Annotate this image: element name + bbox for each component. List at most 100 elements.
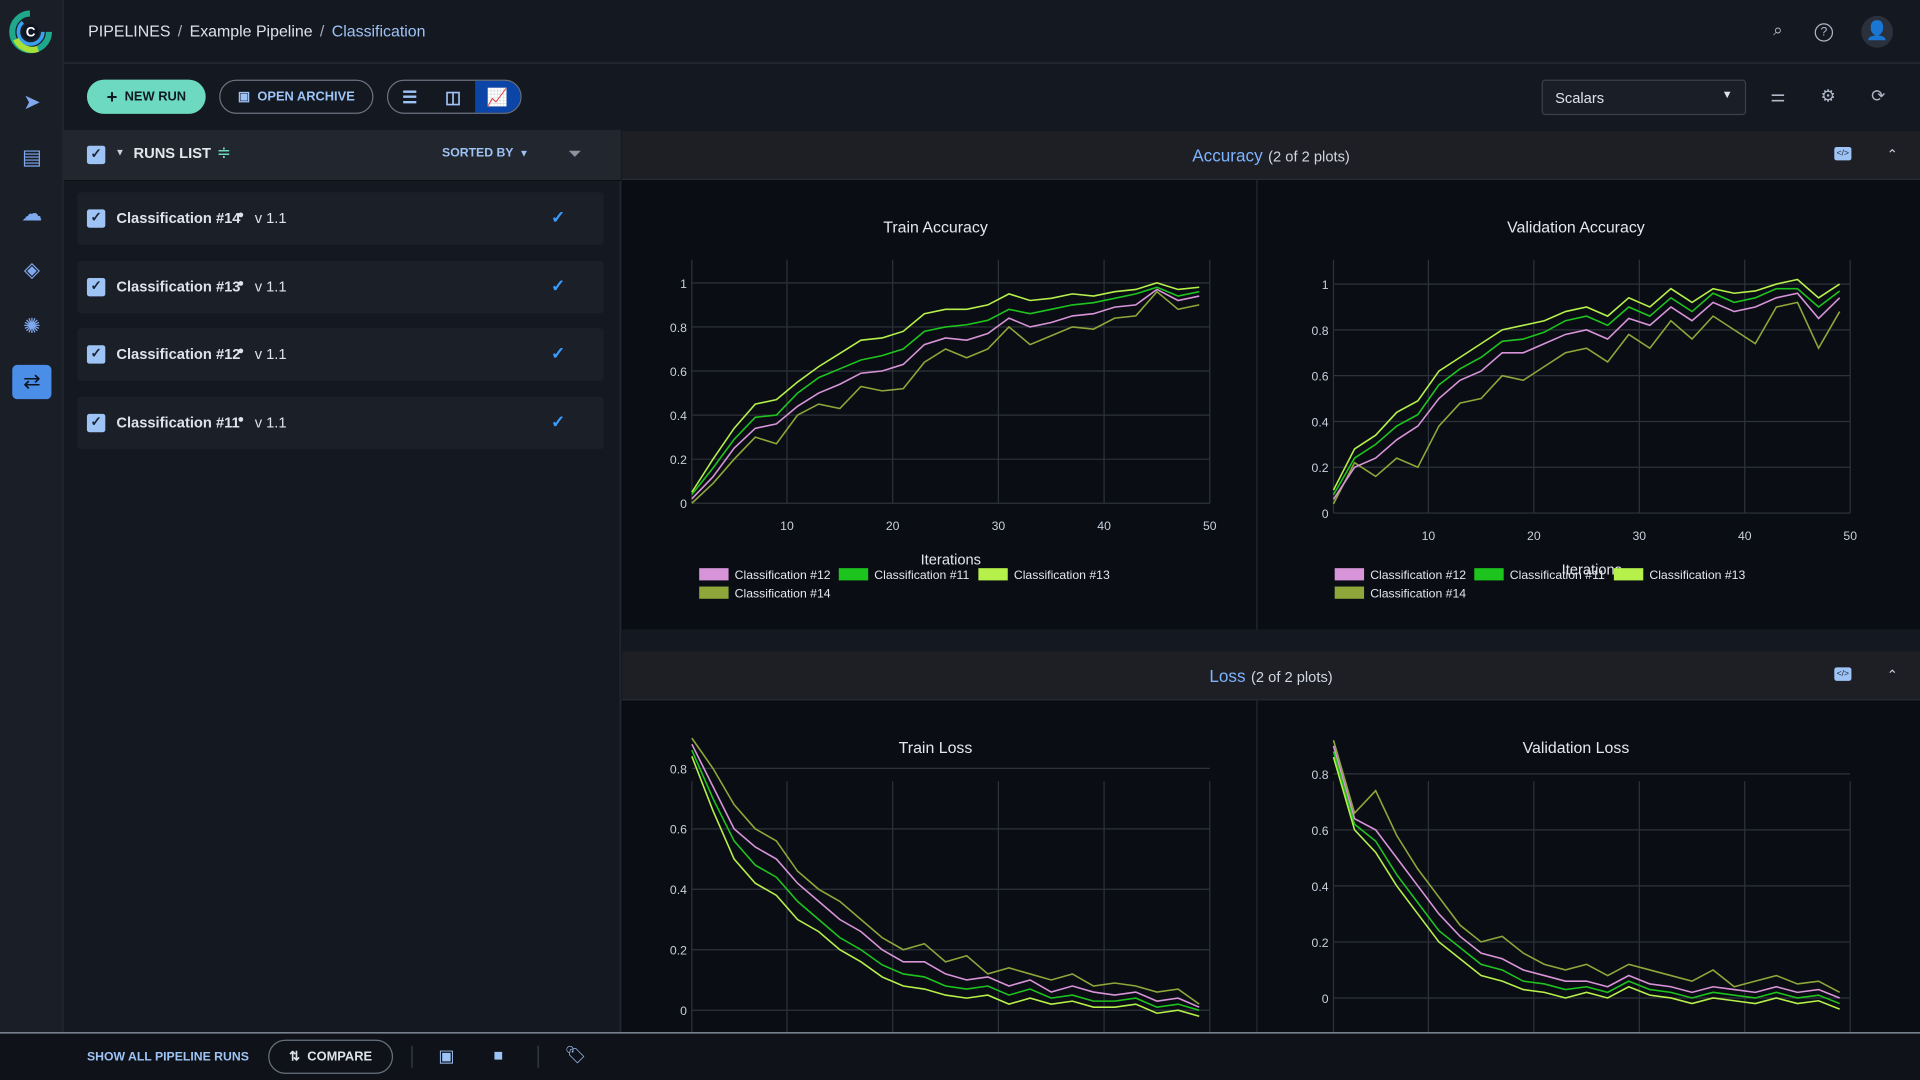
series-line-classification-13[interactable] xyxy=(1332,278,1841,491)
x-tick-label: 20 xyxy=(1527,529,1541,543)
legend-label[interactable]: Classification #14 xyxy=(735,587,831,601)
user-avatar[interactable]: 👤 xyxy=(1861,15,1894,48)
section-header-loss[interactable]: Loss (2 of 2 plots) </> ⌃ xyxy=(622,651,1920,701)
help-icon[interactable]: ? xyxy=(1814,23,1834,42)
y-tick-label: 0.4 xyxy=(670,883,687,897)
series-line-classification-12[interactable] xyxy=(691,288,1200,500)
breadcrumb-pipeline[interactable]: Example Pipeline xyxy=(190,22,313,40)
series-line-classification-14[interactable] xyxy=(1332,740,1841,994)
legend-swatch[interactable] xyxy=(838,568,869,581)
legend-swatch[interactable] xyxy=(1334,586,1365,599)
x-tick-label: 40 xyxy=(1738,529,1752,543)
run-checkbox[interactable]: ✓ xyxy=(86,413,106,433)
metric-type-value: Scalars xyxy=(1555,89,1605,107)
legend-label[interactable]: Classification #13 xyxy=(1014,568,1110,582)
legend-swatch[interactable] xyxy=(1474,568,1504,581)
run-row[interactable]: ✓ Classification #11 ● v 1.1 ✓ xyxy=(77,396,604,450)
legend-swatch[interactable] xyxy=(699,568,729,581)
chart-train-loss[interactable]: Train Loss 0 0.2 0.4 0.6 0.8 xyxy=(622,700,1258,1033)
collapse-icon[interactable]: ≑ xyxy=(217,142,231,163)
legend-swatch[interactable] xyxy=(978,568,1008,581)
stop-icon[interactable]: ■ xyxy=(493,1046,503,1064)
open-archive-button[interactable]: ▣ OPEN ARCHIVE xyxy=(219,79,374,114)
sidebar-item-datasets[interactable]: ▤ xyxy=(12,141,51,175)
dot-separator: ● xyxy=(237,344,245,357)
embed-code-icon[interactable]: </> xyxy=(1834,146,1852,161)
series-line-classification-13[interactable] xyxy=(1332,756,1840,1010)
legend-label[interactable]: Classification #13 xyxy=(1649,568,1745,582)
server-icon: ▤ xyxy=(22,145,42,169)
series-line-classification-11[interactable] xyxy=(691,749,1200,1011)
x-tick-label: 50 xyxy=(1843,529,1857,543)
x-tick-label: 30 xyxy=(992,519,1006,533)
chevron-up-icon[interactable]: ⌃ xyxy=(1887,131,1898,180)
legend-swatch[interactable] xyxy=(1613,568,1644,581)
run-version: v 1.1 xyxy=(254,209,287,227)
run-checkbox[interactable]: ✓ xyxy=(86,277,106,297)
run-checkbox[interactable]: ✓ xyxy=(86,209,106,228)
series-line-classification-13[interactable] xyxy=(691,755,1200,1018)
table-view-icon[interactable]: ☰ xyxy=(388,86,431,107)
section-title: Loss xyxy=(1209,666,1246,686)
sidebar-item-reports[interactable]: ◈ xyxy=(12,253,51,287)
y-tick-label: 0 xyxy=(680,497,687,511)
breadcrumb-separator: / xyxy=(177,22,183,41)
section-header-accuracy[interactable]: Accuracy (2 of 2 plots) </> ⌃ xyxy=(622,131,1920,181)
series-line-classification-13[interactable] xyxy=(691,282,1200,493)
chart-validation-accuracy[interactable]: Validation Accuracy 10 20 30 40 50 0 0.2 0.4 0.6 0… xyxy=(1258,180,1894,629)
chart-validation-loss[interactable]: Validation Loss 0 0.2 0.4 0.6 0.8 xyxy=(1258,700,1894,1033)
chart-train-accuracy[interactable]: Train Accuracy 10 20 30 40 50 0 0.2 0.4 0.6 0.8 1 It… xyxy=(622,180,1258,629)
legend-label[interactable]: Classification #12 xyxy=(1370,568,1466,582)
legend-label[interactable]: Classification #12 xyxy=(735,568,831,582)
auto-refresh-icon[interactable]: ⟳ xyxy=(1866,86,1890,110)
run-name: Classification #11 xyxy=(116,413,240,432)
compare-icon: ⇅ xyxy=(289,1049,300,1065)
legend-label[interactable]: Classification #11 xyxy=(1510,568,1605,582)
run-row[interactable]: ✓ Classification #14 ● v 1.1 ✓ xyxy=(77,192,604,245)
sliders-icon[interactable]: ⚌ xyxy=(1766,86,1790,110)
sidebar-item-projects[interactable]: ➤ xyxy=(12,86,51,120)
series-line-classification-14[interactable] xyxy=(691,737,1200,1005)
legend-label[interactable]: Classification #14 xyxy=(1370,587,1466,601)
app-root: C ➤ ▤ ☁ ◈ ✺ ⇄ PIPELINES / Example Pipeli… xyxy=(0,0,1920,1080)
details-view-icon[interactable]: ◫ xyxy=(431,86,474,107)
y-tick-label: 0.6 xyxy=(670,365,687,379)
legend-swatch[interactable] xyxy=(699,586,729,599)
cloud-icon: ☁ xyxy=(21,202,43,226)
chevron-up-icon[interactable]: ⌃ xyxy=(1887,651,1898,700)
select-all-checkbox[interactable]: ✓ xyxy=(86,145,106,165)
x-tick-label: 30 xyxy=(1632,529,1646,543)
series-line-classification-14[interactable] xyxy=(1332,301,1841,505)
y-tick-label: 0.8 xyxy=(670,762,687,776)
show-all-pipeline-runs-link[interactable]: SHOW ALL PIPELINE RUNS xyxy=(87,1051,249,1064)
breadcrumb-root[interactable]: PIPELINES xyxy=(88,22,170,40)
search-icon[interactable]: ⌕ xyxy=(1766,20,1790,44)
metric-type-select[interactable]: Scalars ▼ xyxy=(1541,79,1747,116)
gear-icon[interactable]: ⚙ xyxy=(1816,86,1840,110)
series-line-classification-12[interactable] xyxy=(1332,745,1840,999)
series-line-classification-12[interactable] xyxy=(691,743,1200,1008)
embed-code-icon[interactable]: </> xyxy=(1834,667,1852,681)
filter-icon[interactable]: ⏷ xyxy=(568,143,582,164)
run-row[interactable]: ✓ Classification #12 ● v 1.1 ✓ xyxy=(77,328,604,381)
sorted-by-button[interactable]: SORTED BY xyxy=(442,147,513,160)
run-checkbox[interactable]: ✓ xyxy=(86,345,106,364)
chart-view-icon[interactable]: 📈 xyxy=(474,80,521,113)
forward-icon: ➤ xyxy=(23,90,41,114)
legend-label[interactable]: Classification #11 xyxy=(874,568,969,582)
sidebar-item-models[interactable]: ✺ xyxy=(12,310,51,344)
compare-button[interactable]: ⇅ COMPARE xyxy=(268,1039,394,1074)
series-line-classification-14[interactable] xyxy=(691,290,1200,504)
run-row[interactable]: ✓ Classification #13 ● v 1.1 ✓ xyxy=(77,260,604,314)
series-line-classification-12[interactable] xyxy=(1332,292,1841,500)
legend-swatch[interactable] xyxy=(1334,568,1365,581)
new-run-button[interactable]: + NEW RUN xyxy=(86,79,206,114)
sidebar-item-pipelines[interactable]: ⇄ xyxy=(12,364,52,400)
series-line-classification-11[interactable] xyxy=(691,286,1200,495)
caret-down-icon[interactable]: ▼ xyxy=(115,147,125,158)
tag-icon[interactable]: 🏷 xyxy=(564,1044,586,1065)
clearml-logo[interactable]: C xyxy=(9,10,53,54)
sidebar-item-orchestration[interactable]: ☁ xyxy=(12,197,51,231)
series-line-classification-11[interactable] xyxy=(1332,751,1840,1005)
archive-icon[interactable]: ▣ xyxy=(438,1046,454,1067)
